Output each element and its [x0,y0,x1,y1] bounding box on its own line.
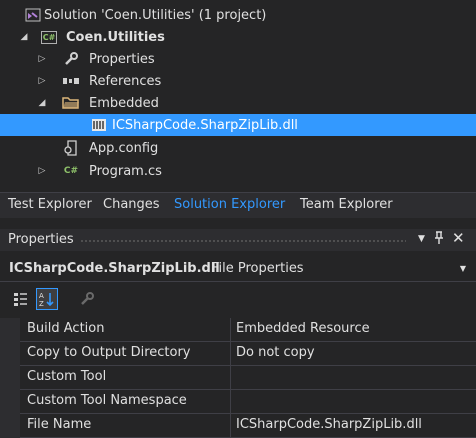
collapse-arrow-icon[interactable]: ◢ [36,97,48,109]
properties-toolbar: AZ [0,284,476,314]
property-row[interactable]: Custom Tool [0,366,476,390]
tab-team-explorer[interactable]: Team Explorer [300,197,393,212]
row-gutter [0,414,20,438]
object-selector[interactable]: ICSharpCode.SharpZipLib.dll File Propert… [0,256,476,282]
dll-file-icon [90,117,108,133]
project-label: Coen.Utilities [66,29,165,45]
property-row[interactable]: File Name ICSharpCode.SharpZipLib.dll [0,414,476,438]
embedded-label: Embedded [89,95,159,111]
categorized-icon[interactable] [10,288,32,310]
property-row[interactable]: Build Action Embedded Resource [0,318,476,342]
svg-text:A: A [39,292,44,300]
chevron-down-icon[interactable]: ▼ [460,264,466,273]
drag-handle[interactable] [80,239,406,243]
row-gutter [0,390,20,414]
selected-object-type: File Properties [212,261,304,276]
solution-label: Solution 'Coen.Utilities' (1 project) [44,7,267,23]
appconfig-label: App.config [89,140,159,156]
tool-window-tabs: Test Explorer Changes Solution Explorer … [0,192,476,218]
column-divider[interactable] [230,366,231,390]
svg-text:Z: Z [39,300,44,307]
dll-label: ICSharpCode.SharpZipLib.dll [112,117,298,133]
close-icon[interactable]: ✕ [452,229,465,247]
folder-open-icon [62,95,80,111]
property-row[interactable]: Copy to Output Directory Do not copy [0,342,476,366]
column-divider[interactable] [230,414,231,438]
property-grid: Build Action Embedded Resource Copy to O… [0,318,476,438]
row-gutter [0,366,20,390]
expand-arrow-icon[interactable]: ▷ [36,75,48,87]
property-name: File Name [27,417,92,432]
solution-icon [24,7,42,23]
column-divider[interactable] [230,342,231,366]
property-value[interactable]: Do not copy [236,345,315,360]
tree-item-references[interactable]: ▷ References [0,70,476,92]
wrench-icon [62,51,80,67]
dropdown-arrow-icon[interactable]: ▼ [418,234,425,244]
tree-item-dll[interactable]: ICSharpCode.SharpZipLib.dll [0,114,476,136]
property-pages-wrench-icon[interactable] [76,288,98,310]
tree-item-programcs[interactable]: ▷ C# Program.cs [0,160,476,182]
tree-item-appconfig[interactable]: App.config [0,137,476,159]
selected-object-name: ICSharpCode.SharpZipLib.dll [9,261,220,276]
references-label: References [89,73,162,89]
property-name: Custom Tool [27,369,107,384]
tree-item-properties[interactable]: ▷ Properties [0,48,476,70]
property-value[interactable]: Embedded Resource [236,321,370,336]
tab-changes[interactable]: Changes [103,197,160,212]
alphabetical-sort-icon[interactable]: AZ [36,288,58,310]
solution-explorer-tree: Solution 'Coen.Utilities' (1 project) ◢ … [0,0,476,192]
tree-item-embedded-folder[interactable]: ◢ Embedded [0,92,476,114]
config-file-icon [62,140,80,156]
collapse-arrow-icon[interactable]: ◢ [18,31,30,43]
expand-arrow-icon[interactable]: ▷ [36,165,48,177]
property-row[interactable]: Custom Tool Namespace [0,390,476,414]
properties-label: Properties [89,51,155,67]
property-name: Build Action [27,321,105,336]
csharp-project-icon: C# [40,30,58,44]
tree-item-solution[interactable]: Solution 'Coen.Utilities' (1 project) [0,4,476,26]
column-divider[interactable] [230,390,231,414]
tree-item-project[interactable]: ◢ C# Coen.Utilities [0,26,476,48]
tab-test-explorer[interactable]: Test Explorer [8,197,92,212]
row-gutter [0,342,20,366]
properties-header: Properties ▼ ✕ [0,229,476,251]
csharp-file-icon: C# [63,166,79,176]
programcs-label: Program.cs [89,163,162,179]
tab-solution-explorer[interactable]: Solution Explorer [174,197,285,212]
properties-title: Properties [8,232,74,247]
property-value[interactable]: ICSharpCode.SharpZipLib.dll [236,417,422,432]
pin-icon[interactable] [434,231,444,248]
property-name: Custom Tool Namespace [27,393,187,408]
expand-arrow-icon[interactable]: ▷ [36,53,48,65]
references-icon [62,73,80,89]
column-divider[interactable] [230,318,231,342]
row-gutter [0,318,20,342]
property-name: Copy to Output Directory [27,345,191,360]
